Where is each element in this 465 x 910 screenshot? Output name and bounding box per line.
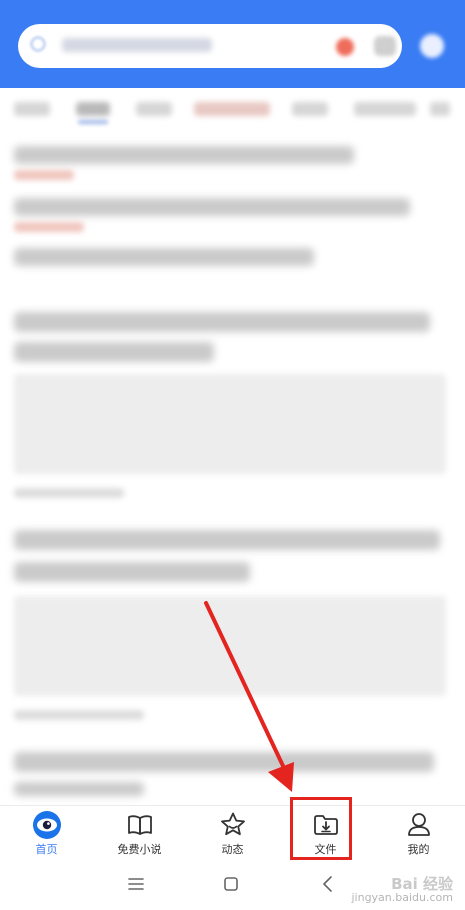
voice-icon[interactable] [336, 38, 354, 56]
book-icon [127, 815, 152, 835]
star-icon [220, 812, 245, 836]
system-nav-bar: Bai 经验 jingyan.baidu.com [0, 862, 465, 910]
back-icon[interactable] [316, 872, 340, 896]
nav-label-home: 首页 [35, 843, 58, 856]
person-icon [407, 813, 430, 836]
feed-article-title-blurred[interactable] [14, 342, 214, 362]
tab-blurred[interactable] [354, 102, 416, 116]
feed-article-title-blurred[interactable] [14, 562, 250, 582]
search-bar[interactable] [18, 24, 402, 68]
search-icon [30, 36, 46, 52]
watermark-url: jingyan.baidu.com [351, 891, 453, 904]
nav-label-mine: 我的 [407, 843, 430, 856]
tab-blurred[interactable] [136, 102, 172, 116]
home-eye-icon [32, 811, 61, 839]
menu-icon[interactable] [124, 872, 148, 896]
feed-article-image-blurred[interactable] [14, 374, 446, 474]
feed-article-title-blurred[interactable] [14, 312, 430, 332]
feed-article-meta-blurred [14, 710, 144, 720]
plus-icon[interactable] [420, 34, 444, 58]
channel-tabs [0, 92, 465, 132]
nav-item-home[interactable]: 首页 [0, 806, 93, 861]
watermark: Bai 经验 jingyan.baidu.com [351, 875, 453, 905]
camera-icon[interactable] [374, 36, 396, 56]
tab-more-blurred[interactable] [430, 102, 450, 116]
feed-article-title-blurred[interactable] [14, 530, 440, 550]
highlight-box [290, 797, 352, 860]
search-placeholder-blurred [62, 38, 212, 52]
bottom-nav: 首页 免费小说 动态 文件 我的 [0, 805, 465, 861]
nav-item-mine[interactable]: 我的 [372, 806, 465, 861]
feed-headline-blurred[interactable] [14, 248, 314, 266]
nav-item-dynamics[interactable]: 动态 [186, 806, 279, 861]
screen: 首页 免费小说 动态 文件 我的 Bai 经验 jingyan.baidu.co… [0, 0, 465, 910]
home-square-icon[interactable] [219, 872, 243, 896]
feed-article-title-blurred[interactable] [14, 782, 144, 796]
app-header [0, 0, 465, 88]
feed-tag-blurred [14, 170, 74, 180]
nav-item-free-novel[interactable]: 免费小说 [93, 806, 186, 861]
nav-label-dynamics: 动态 [221, 843, 244, 856]
nav-label-free-novel: 免费小说 [117, 843, 162, 856]
tab-blurred[interactable] [14, 102, 50, 116]
feed-article-image-blurred[interactable] [14, 596, 446, 696]
feed-article-meta-blurred [14, 488, 124, 498]
tab-blurred[interactable] [194, 102, 270, 116]
tab-underline [78, 120, 108, 124]
watermark-logo: Bai 经验 [391, 875, 453, 893]
feed-headline-blurred[interactable] [14, 198, 410, 216]
feed-article-title-blurred[interactable] [14, 752, 434, 772]
tab-blurred-active[interactable] [76, 102, 110, 116]
tab-blurred[interactable] [292, 102, 328, 116]
feed-headline-blurred[interactable] [14, 146, 354, 164]
feed-tag-blurred [14, 222, 84, 232]
